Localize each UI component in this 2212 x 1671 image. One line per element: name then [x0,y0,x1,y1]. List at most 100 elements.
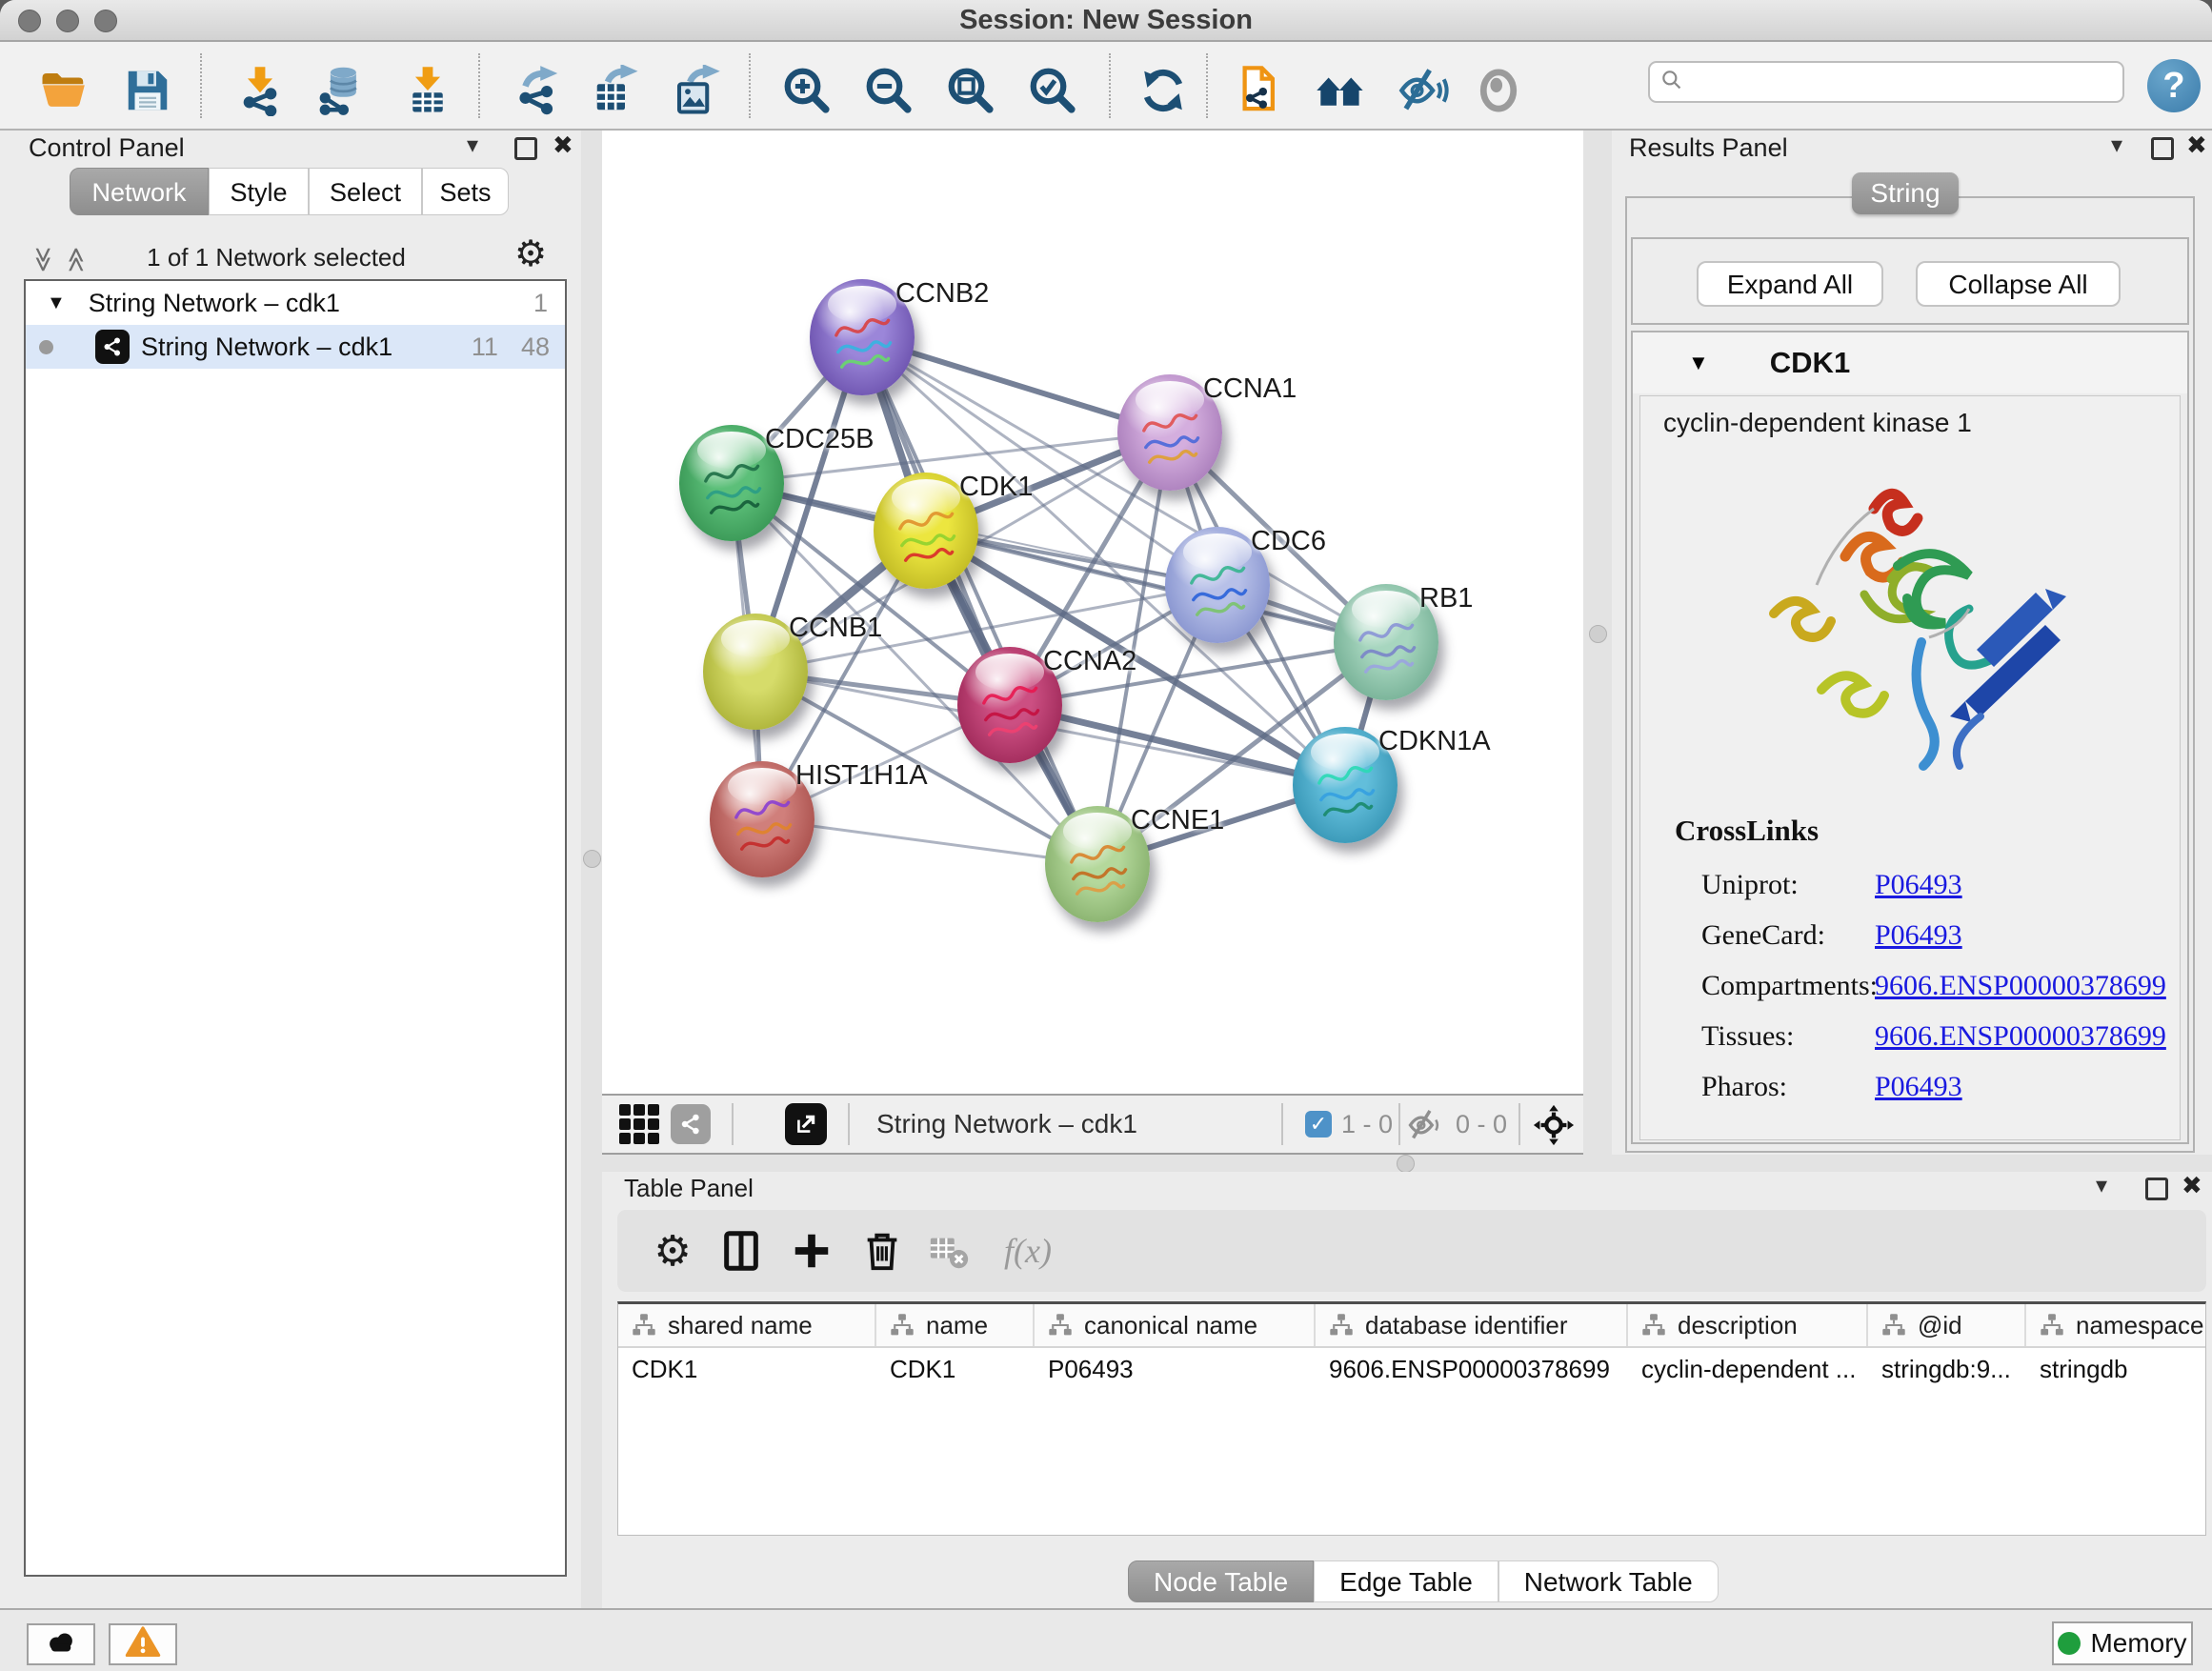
tab-network-table[interactable]: Network Table [1498,1560,1719,1602]
floppy-icon [122,65,173,121]
memory-button[interactable]: Memory [2052,1621,2193,1665]
detach-view-button[interactable] [785,1103,827,1145]
column-header-shared-name[interactable]: shared name [618,1304,876,1346]
control-panel-title: Control Panel [29,133,185,163]
tab-edge-table[interactable]: Edge Table [1314,1560,1498,1602]
table-cell[interactable]: cyclin-dependent ... [1628,1348,1868,1390]
search-input[interactable] [1692,67,2113,98]
cdk1-entry-header[interactable]: ▼ CDK1 [1633,332,2187,393]
zoom-selected-button[interactable] [1025,65,1080,120]
bottom-splitter-handle[interactable] [1397,1155,1415,1173]
tab-style[interactable]: Style [209,168,309,215]
export-network-button[interactable] [511,65,566,120]
crosslink-value[interactable]: P06493 [1875,919,1962,951]
tab-string[interactable]: String [1852,172,1959,214]
left-splitter-handle[interactable] [583,850,601,868]
table-cell[interactable]: CDK1 [618,1348,876,1390]
import-network-file-button[interactable] [232,65,288,120]
help-button[interactable]: ? [2147,59,2201,112]
panel-menu-caret-icon[interactable]: ▾ [467,131,478,159]
column-header-description[interactable]: description [1628,1304,1868,1346]
add-column-plus-icon[interactable] [783,1210,840,1292]
panel-close-icon[interactable]: ✖ [2182,1171,2202,1200]
hide-glass-button[interactable] [1397,65,1452,120]
hidden-eye-slash-icon[interactable] [1408,1107,1444,1148]
tab-select[interactable]: Select [309,168,422,215]
network-edge-count: 48 [521,332,550,362]
column-label: name [926,1311,988,1340]
panel-menu-caret-icon[interactable]: ▾ [2096,1172,2107,1199]
panel-float-icon[interactable] [514,137,537,160]
table-cell[interactable]: stringdb [2026,1348,2205,1390]
move-crosshair-icon[interactable] [1532,1103,1576,1152]
table-panel: Table Panel ▾ ✖ ⚙ f(x) shared namenameca… [602,1172,2212,1608]
string-home-button[interactable] [1313,65,1368,120]
crosslink-label: Pharos: [1701,1061,1875,1112]
selected-checkbox-icon[interactable]: ✓ [1305,1111,1332,1137]
left-splitter[interactable] [581,131,602,1608]
crosslink-label: GeneCard: [1701,910,1875,960]
table-cell[interactable]: CDK1 [876,1348,1035,1390]
panel-close-icon[interactable]: ✖ [2186,131,2207,160]
tab-node-table[interactable]: Node Table [1128,1560,1314,1602]
network-collection-row[interactable]: ▼ String Network – cdk1 1 [26,281,565,325]
panel-float-icon[interactable] [2145,1178,2168,1200]
show-glass-button[interactable] [1471,65,1526,120]
table-settings-gear-icon[interactable]: ⚙ [644,1210,701,1292]
delete-column-trash-icon[interactable] [854,1210,911,1292]
network-row-selected[interactable]: String Network – cdk1 11 48 [26,325,565,369]
table-cell[interactable]: 9606.ENSP00000378699 [1316,1348,1628,1390]
tree-expand-caret-icon[interactable]: ▼ [47,292,66,314]
title-bar: Session: New Session [0,0,2212,42]
column-header-name[interactable]: name [876,1304,1035,1346]
panel-menu-caret-icon[interactable]: ▾ [2111,131,2122,159]
apply-layout-button[interactable] [1136,65,1191,120]
entry-collapse-caret-icon[interactable]: ▼ [1688,351,1709,375]
tab-network[interactable]: Network [70,168,209,215]
right-splitter-handle[interactable] [1589,625,1607,643]
current-network-dot-icon [39,340,53,354]
expand-all-button[interactable]: Expand All [1697,261,1883,307]
import-table-button[interactable] [400,65,455,120]
panel-float-icon[interactable] [2151,137,2174,160]
zoom-in-button[interactable] [779,65,835,120]
show-columns-icon[interactable] [713,1210,770,1292]
collapse-all-chevron-icon[interactable]: ≫ [29,247,58,272]
cloud-status-button[interactable] [27,1623,95,1665]
toolbar-divider [200,53,202,118]
export-image-button[interactable] [669,65,724,120]
crosslinks-title: CrossLinks [1675,814,1819,848]
export-table-button[interactable] [589,65,644,120]
selected-node-edge-counts: 1 - 0 [1341,1096,1393,1153]
tab-sets[interactable]: Sets [422,168,509,215]
column-header-canonical-name[interactable]: canonical name [1035,1304,1316,1346]
table-row[interactable]: CDK1CDK1P064939606.ENSP00000378699cyclin… [618,1348,2205,1390]
crosslink-value[interactable]: 9606.ENSP00000378699 [1875,1020,2166,1052]
column-label: namespace [2076,1311,2203,1340]
crosslink-value[interactable]: P06493 [1875,1071,1962,1102]
table-cell[interactable]: stringdb:9... [1868,1348,2026,1390]
table-header-row: shared name name canonical namedatabase id… [618,1304,2205,1348]
column-header-database-identifier[interactable]: database identifier [1316,1304,1628,1346]
network-row-label: String Network – cdk1 [141,332,472,362]
zoom-fit-button[interactable] [943,65,998,120]
zoom-out-button[interactable] [861,65,916,120]
open-session-button[interactable] [36,65,91,120]
save-session-button[interactable] [120,65,175,120]
warnings-button[interactable] [109,1623,177,1665]
string-import-button[interactable] [1229,65,1284,120]
import-network-database-button[interactable] [312,65,368,120]
crosslink-value[interactable]: P06493 [1875,869,1962,900]
network-view-share-icon[interactable] [671,1104,711,1144]
document-share-icon [1231,65,1282,121]
column-header--id[interactable]: @id [1868,1304,2026,1346]
column-header-namespace[interactable]: namespace [2026,1304,2205,1346]
table-cell[interactable]: P06493 [1035,1348,1316,1390]
gear-icon[interactable]: ⚙ [514,232,547,275]
expand-all-chevron-icon[interactable]: ≫ [61,247,90,272]
crosslink-value[interactable]: 9606.ENSP00000378699 [1875,970,2166,1001]
network-canvas[interactable]: CCNB2CCNA1CDC25BCDK1CDC6RB1CCNB1CCNA2CDK… [602,131,1583,1094]
grid-view-icon[interactable] [619,1104,659,1144]
collapse-all-button[interactable]: Collapse All [1916,261,2121,307]
panel-close-icon[interactable]: ✖ [553,131,573,160]
